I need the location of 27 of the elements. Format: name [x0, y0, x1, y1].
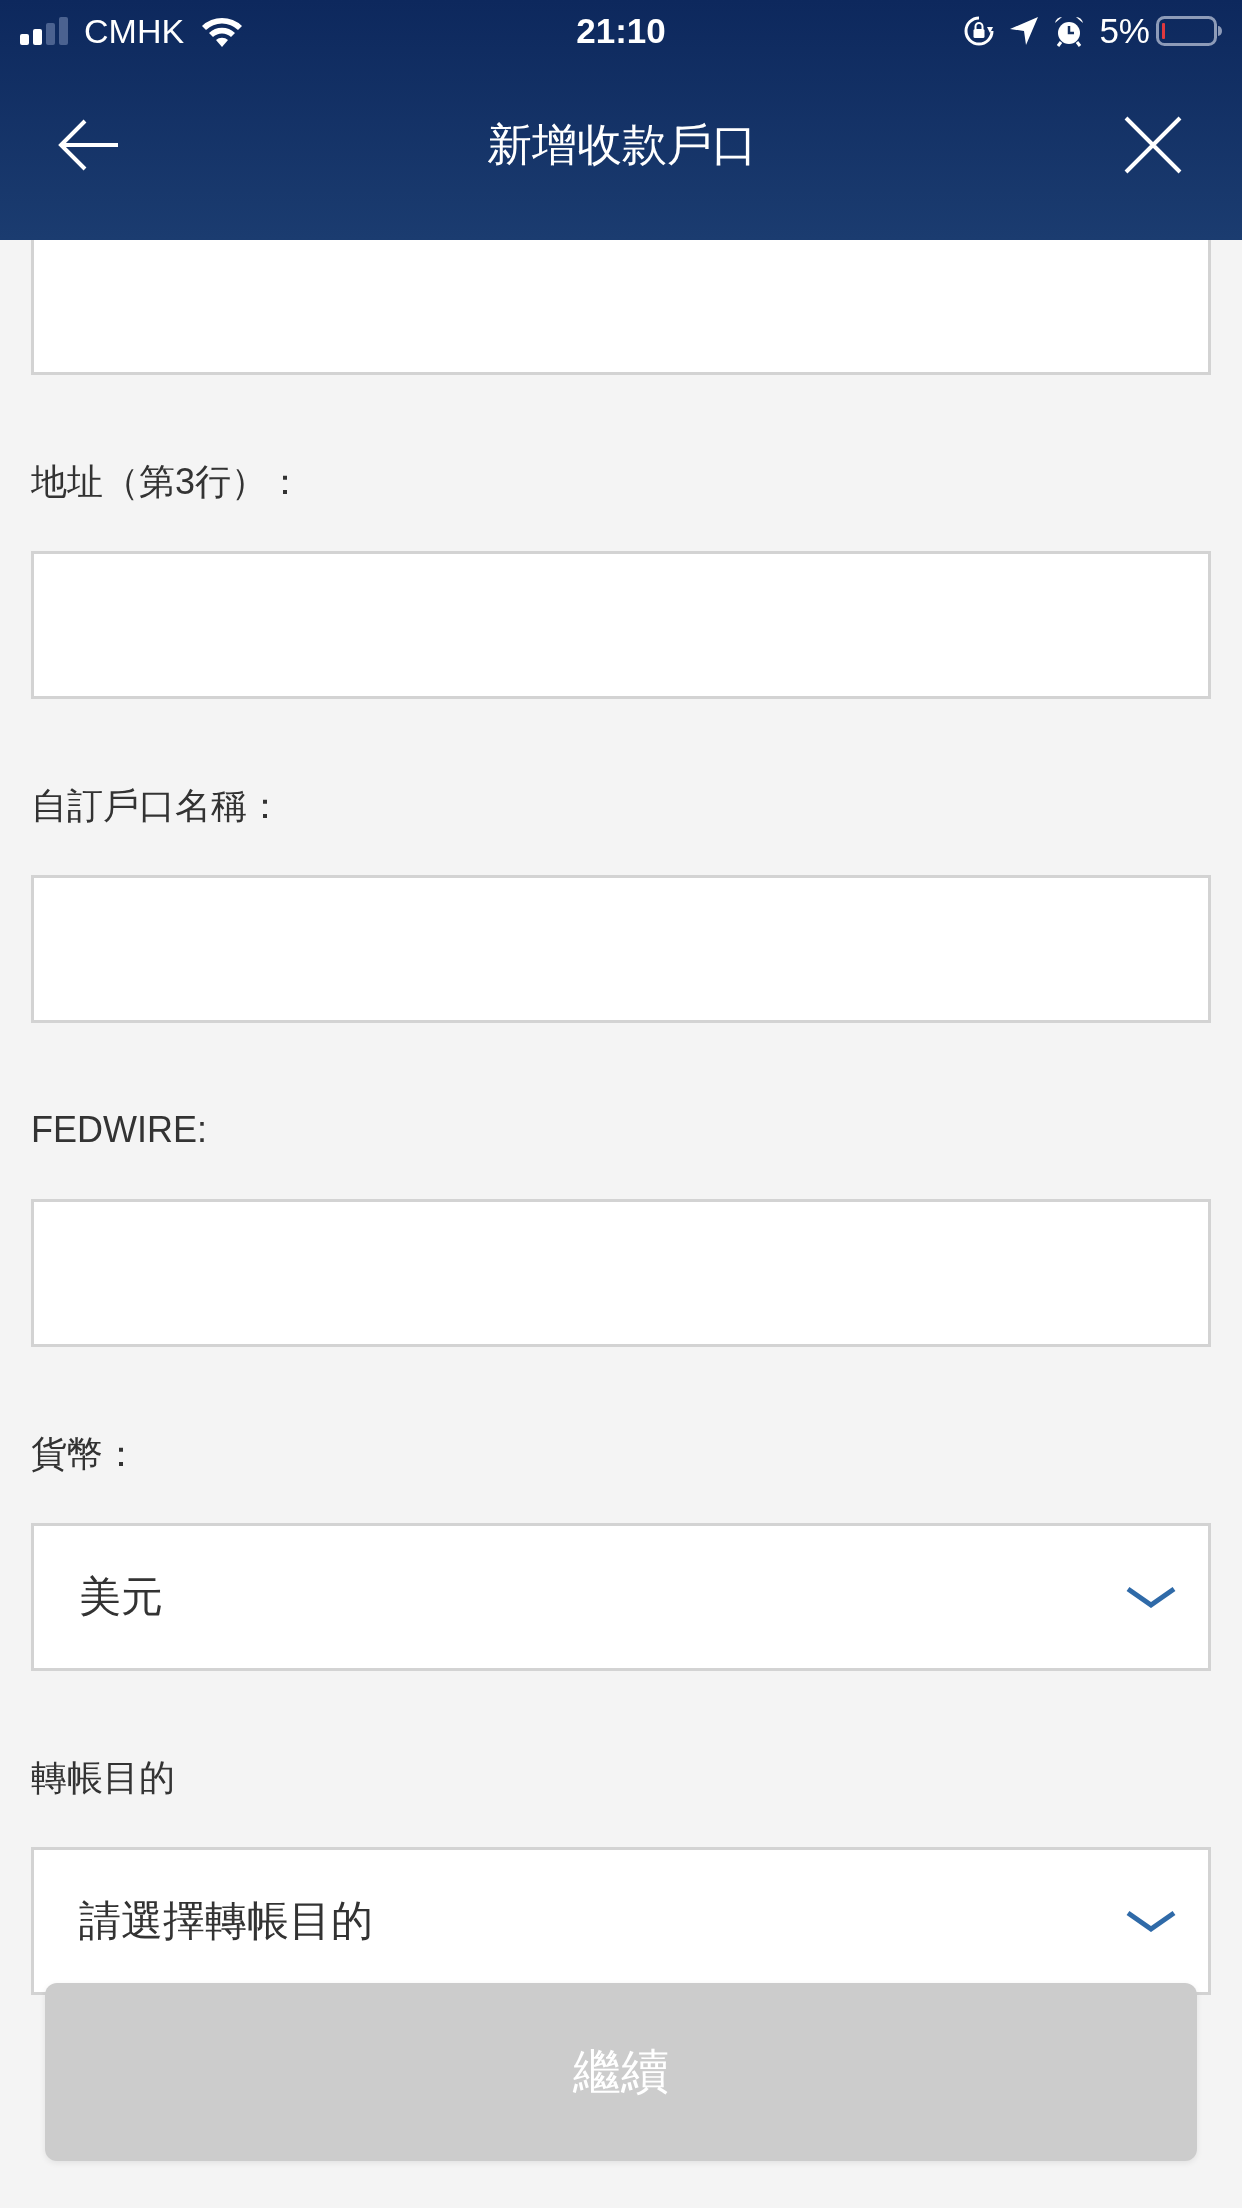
chevron-down-icon [1126, 1586, 1176, 1608]
signal-icon [20, 17, 68, 45]
back-button[interactable] [58, 119, 120, 171]
dropdown-field[interactable]: 美元 [31, 1523, 1211, 1671]
status-time: 21:10 [576, 11, 666, 51]
battery-percent: 5% [1099, 11, 1150, 51]
rotation-lock-icon [963, 15, 996, 47]
input-field[interactable] [31, 875, 1211, 1023]
field-label: 地址（第3行）： [31, 460, 305, 504]
carrier-name: CMHK [84, 11, 185, 51]
close-button[interactable] [1124, 116, 1182, 174]
nav-title: 新增收款戶口 [487, 118, 757, 172]
field-label: 轉帳目的 [31, 1756, 176, 1800]
chevron-down-icon [1126, 1910, 1176, 1932]
field-label: 自訂戶口名稱： [31, 784, 284, 828]
input-field[interactable] [31, 240, 1211, 375]
wifi-icon [200, 15, 245, 47]
input-field[interactable] [31, 1199, 1211, 1347]
close-icon [1124, 116, 1182, 174]
dropdown-field[interactable]: 請選擇轉帳目的 [31, 1847, 1211, 1995]
battery-icon [1156, 16, 1222, 46]
arrow-left-icon [58, 119, 120, 171]
location-arrow-icon [1009, 16, 1040, 46]
field-label: FEDWIRE: [31, 1108, 208, 1152]
field-label: 貨幣： [31, 1432, 140, 1476]
input-field[interactable] [31, 551, 1211, 699]
alarm-clock-icon [1053, 15, 1086, 47]
